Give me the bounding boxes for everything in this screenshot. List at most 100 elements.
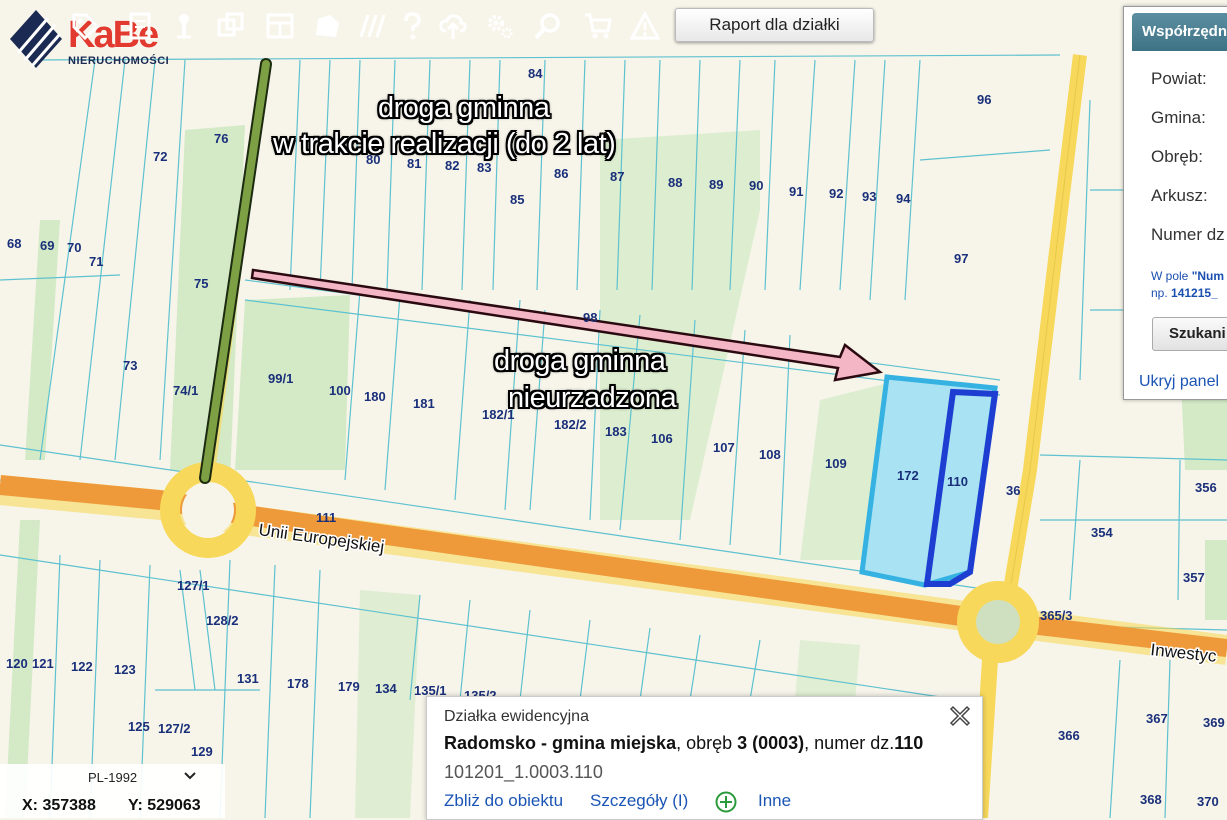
field-label-gmina: Gmina: xyxy=(1151,108,1206,127)
cart-icon[interactable] xyxy=(580,8,616,44)
parcel-label: 121 xyxy=(32,656,54,671)
parcel-label: 366 xyxy=(1058,728,1080,743)
parcel-label: 76 xyxy=(214,131,228,146)
parcel-label: 84 xyxy=(528,66,543,81)
panel-header: Współrzędn xyxy=(1132,13,1227,51)
parcel-label: 36 xyxy=(1006,483,1020,498)
parcel-label: 365/3 xyxy=(1040,608,1073,623)
cloud-upload-icon[interactable] xyxy=(435,8,471,44)
parcel-label: 106 xyxy=(651,431,673,446)
parcel-label: 180 xyxy=(364,389,386,404)
y-coordinate: Y: 529063 xyxy=(128,797,201,814)
info-type: Działka ewidencyjna xyxy=(444,708,589,725)
parcel-label: 99/1 xyxy=(268,371,293,386)
parcel-label: 368 xyxy=(1140,792,1162,807)
parcel-label: 83 xyxy=(477,160,491,175)
pin-icon[interactable] xyxy=(166,8,202,44)
parcel-label: 181 xyxy=(413,396,435,411)
parcel-label: 134 xyxy=(375,681,397,696)
parcel-label: 125 xyxy=(128,719,150,734)
parcel-label: 129 xyxy=(191,744,213,759)
parcel-info-box: Działka ewidencyjna Radomsko - gmina mie… xyxy=(426,696,983,820)
parcel-label: 70 xyxy=(67,240,81,255)
parcel-label: 179 xyxy=(338,679,360,694)
parcel-label: 92 xyxy=(829,186,843,201)
zoom-to-object-link[interactable]: Zbliż do obiektu xyxy=(444,791,563,811)
parcel-label: 120 xyxy=(6,656,28,671)
parcel-label: 100 xyxy=(329,383,351,398)
annotation-road-planned-line2: w trakcie realizacji (do 2 lat) xyxy=(273,128,616,160)
warning-icon[interactable] xyxy=(627,8,663,44)
settings-icon[interactable] xyxy=(482,8,518,44)
layers-icon[interactable] xyxy=(213,8,249,44)
parcel-label: 71 xyxy=(89,254,103,269)
report-button[interactable]: Raport dla działki xyxy=(675,8,874,42)
logo-tagline: NIERUCHOMOŚCI xyxy=(68,55,170,67)
toolbar: Raport dla działki xyxy=(0,0,1120,52)
parcel-label: 74/1 xyxy=(173,383,198,398)
parcel-label: 128/2 xyxy=(206,613,239,628)
parcel-label: 88 xyxy=(668,175,682,190)
parcel-label: 98 xyxy=(583,310,597,325)
parcel-label: 123 xyxy=(114,662,136,677)
zoom-icon[interactable] xyxy=(530,8,566,44)
selection[interactable] xyxy=(859,374,999,588)
field-label-numer: Numer dz xyxy=(1151,225,1225,244)
parcel-label: 131 xyxy=(237,671,259,686)
parcel-label: 367 xyxy=(1146,711,1168,726)
hide-panel-link[interactable]: Ukryj panel xyxy=(1139,373,1219,391)
field-label-obreb: Obręb: xyxy=(1151,147,1203,166)
parcel-label: 97 xyxy=(954,251,968,266)
parcel-label: 73 xyxy=(123,358,137,373)
parcel-label: 370 xyxy=(1197,794,1219,809)
parcel-label: 91 xyxy=(789,184,803,199)
parcel-label: 122 xyxy=(71,659,93,674)
selected-parcel-label: 172 xyxy=(897,468,919,483)
selected-parcel-label: 110 xyxy=(947,474,968,489)
parcel-label: 90 xyxy=(749,178,763,193)
panel-hint-example: np. 141215_ xyxy=(1151,286,1218,300)
annotation-road-planned-line1: droga gminna xyxy=(378,92,550,124)
info-title: Radomsko - gmina miejska, obręb 3 (0003)… xyxy=(444,733,924,753)
parcel-label: 94 xyxy=(896,191,911,206)
parcel-label: 86 xyxy=(554,166,568,181)
tags-icon[interactable] xyxy=(67,8,103,44)
field-label-powiat: Powiat: xyxy=(1151,69,1207,88)
info-parcel-id: 101201_1.0003.110 xyxy=(444,762,603,782)
document-icon[interactable] xyxy=(122,8,158,44)
parcel-label: 68 xyxy=(7,236,21,251)
parcel-label: 127/2 xyxy=(158,721,191,736)
parcel-label: 96 xyxy=(977,92,991,107)
parcel-label: 85 xyxy=(510,192,524,207)
help-icon[interactable] xyxy=(394,8,430,44)
parcel-label: 75 xyxy=(194,276,208,291)
parcel-label: 89 xyxy=(709,177,723,192)
annotation-road-unpaved-line1: droga gminna xyxy=(494,345,666,377)
crs-select[interactable]: PL-1992 xyxy=(88,770,137,785)
parcel-label: 108 xyxy=(759,447,781,462)
panel-hint: W pole "Num xyxy=(1151,269,1225,283)
parcel-label: 87 xyxy=(610,169,624,184)
parcel-label: 369 xyxy=(1203,715,1225,730)
parcel-label: 356 xyxy=(1195,480,1217,495)
chevron-down-icon[interactable] xyxy=(182,768,198,784)
search-button[interactable]: Szukani xyxy=(1152,317,1227,351)
parcel-label: 357 xyxy=(1183,570,1205,585)
close-icon[interactable] xyxy=(949,705,971,727)
parcel-label: 111 xyxy=(316,510,336,525)
parcel-label: 183 xyxy=(605,424,627,439)
polygon-icon[interactable] xyxy=(309,8,345,44)
parcel-label: 69 xyxy=(40,238,54,253)
coordinates-search-panel: Współrzędn Powiat: Gmina: Obręb: Arkusz:… xyxy=(1123,6,1227,400)
layout-icon[interactable] xyxy=(262,8,298,44)
details-link[interactable]: Szczegóły (I) xyxy=(590,791,688,811)
hatching-icon[interactable] xyxy=(355,8,391,44)
parcel-label: 127/1 xyxy=(177,578,210,593)
coordinates-bar: PL-1992 X: 357388 Y: 529063 xyxy=(0,764,225,818)
plus-circle-icon[interactable] xyxy=(715,791,737,813)
parcel-label: 182/2 xyxy=(554,417,587,432)
other-link[interactable]: Inne xyxy=(758,791,791,811)
parcel-label: 72 xyxy=(153,149,167,164)
parcel-label: 178 xyxy=(287,676,309,691)
parcel-label: 107 xyxy=(713,440,735,455)
